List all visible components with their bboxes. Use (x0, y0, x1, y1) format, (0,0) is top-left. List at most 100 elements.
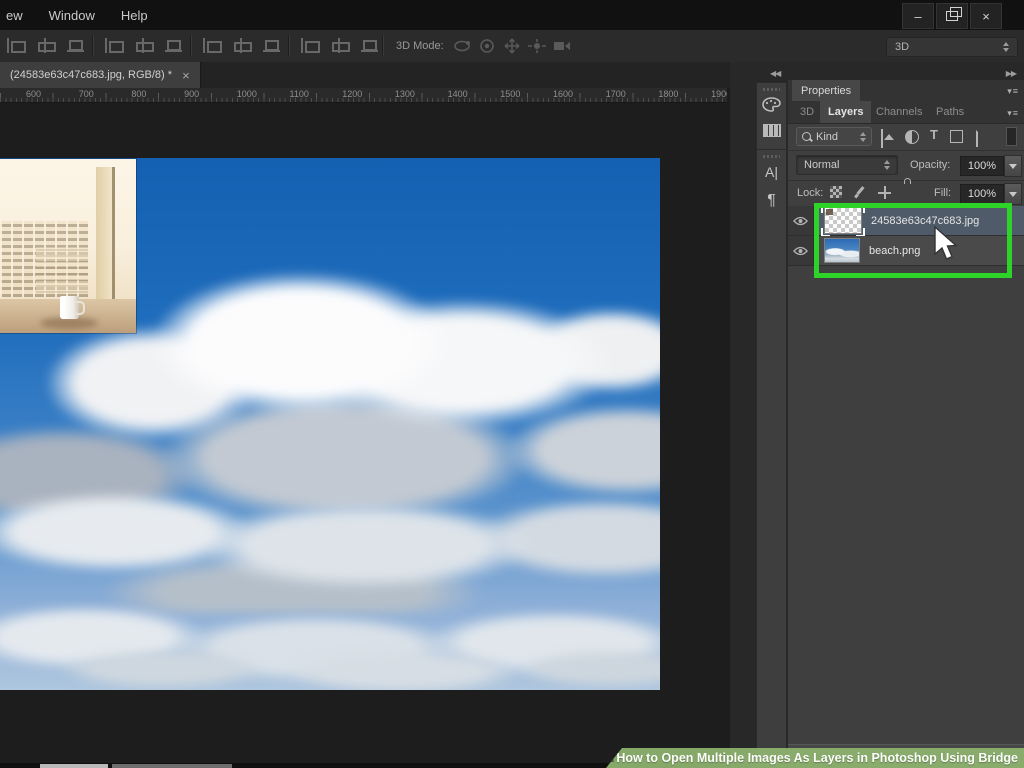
ruler-label: 700 (79, 89, 94, 99)
ruler-label: 1500 (500, 89, 520, 99)
filter-toggle-switch[interactable] (1006, 127, 1017, 146)
panel-menu-icon[interactable]: ▾≡ (1007, 86, 1019, 97)
layer-visibility-cell[interactable] (788, 206, 814, 235)
filter-pixel-layers-icon[interactable] (881, 129, 883, 148)
ruler-label: 1300 (395, 89, 415, 99)
paragraph-panel-icon[interactable]: ¶ (757, 192, 786, 210)
distribute-top-edges-icon[interactable] (202, 38, 220, 53)
color-palette-icon[interactable] (757, 97, 786, 112)
layer-visibility-cell[interactable] (788, 236, 814, 265)
blend-mode-dropdown[interactable]: Normal (796, 155, 898, 175)
restore-icon (946, 11, 958, 21)
taskbar-sliver (0, 763, 608, 768)
search-icon (802, 132, 811, 141)
align-horizontal-centers-icon[interactable] (36, 38, 54, 53)
panel-grip[interactable] (763, 155, 780, 158)
menu-item-window[interactable]: Window (49, 8, 95, 23)
collapse-panels-right-button[interactable]: ▶▶ (1006, 69, 1016, 78)
highlight-annotation-box (814, 203, 1012, 278)
panel-grip[interactable] (763, 88, 780, 91)
ruler-label: 1100 (290, 89, 309, 99)
opacity-value-field[interactable]: 100% (960, 156, 1004, 176)
separator (382, 35, 384, 57)
ruler-label: 1600 (553, 89, 573, 99)
align-bottom-edges-icon[interactable] (164, 38, 182, 53)
tab-paths[interactable]: Paths (928, 101, 972, 123)
ruler-label: 1800 (658, 89, 678, 99)
zoom-3d-camera-icon[interactable] (552, 38, 572, 54)
fill-dropdown-arrow[interactable] (1004, 183, 1022, 205)
city-building-middle (36, 247, 88, 293)
tab-channels[interactable]: Channels (868, 101, 930, 123)
ruler-label: 1900 (711, 89, 727, 99)
document-tab[interactable]: (24583e63c47c683.jpg, RGB/8) * × (0, 62, 201, 88)
distribute-horizontal-centers-icon[interactable] (330, 38, 348, 53)
tab-properties[interactable]: Properties (792, 80, 860, 101)
ruler-label: 800 (131, 89, 146, 99)
photoshop-window: ew Window Help – × 3D Mode: 3D (24583e63… (0, 0, 1024, 768)
blend-mode-row: Normal Opacity: 100% (788, 150, 1024, 181)
layers-panel-group: Properties ▾≡ 3D Layers Channels Paths ▾… (788, 80, 1024, 768)
restore-button[interactable] (936, 3, 968, 29)
panel-menu-icon[interactable]: ▾≡ (1007, 108, 1019, 119)
distribute-left-edges-icon[interactable] (300, 38, 318, 53)
ruler-label: 1200 (342, 89, 362, 99)
eye-icon (793, 216, 808, 226)
taskbar-item (40, 764, 108, 768)
collapsed-panel-strip: A| ¶ (756, 82, 787, 768)
align-left-edges-icon[interactable] (6, 38, 24, 53)
filter-type-layers-icon[interactable]: T (930, 127, 938, 142)
spinner-icon (1003, 42, 1009, 52)
taskbar-item (112, 764, 232, 768)
window-controls: – × (902, 3, 1002, 29)
orbit-3d-camera-icon[interactable] (452, 38, 472, 54)
align-right-edges-icon[interactable] (66, 38, 84, 53)
tab-3d[interactable]: 3D (792, 101, 822, 123)
roll-3d-camera-icon[interactable] (477, 38, 497, 54)
distribute-bottom-edges-icon[interactable] (262, 38, 280, 53)
horizontal-ruler: 6007008009001000110012001300140015001600… (0, 88, 727, 103)
swatches-grid-icon[interactable] (757, 124, 786, 137)
align-top-edges-icon[interactable] (104, 38, 122, 53)
tab-layers[interactable]: Layers (820, 101, 871, 123)
close-button[interactable]: × (970, 3, 1002, 29)
spinner-icon (860, 132, 866, 142)
fill-value-field[interactable]: 100% (960, 184, 1004, 204)
spinner-icon (884, 160, 890, 170)
eye-icon (793, 246, 808, 256)
lock-transparency-icon[interactable] (830, 186, 842, 198)
align-vertical-centers-icon[interactable] (134, 38, 152, 53)
workspace-switcher[interactable]: 3D (886, 37, 1018, 57)
filter-adjustment-layers-icon[interactable] (905, 130, 919, 144)
mode-label: 3D Mode: (396, 40, 444, 52)
menu-item-help[interactable]: Help (121, 8, 148, 23)
divider (757, 149, 786, 150)
opacity-dropdown-arrow[interactable] (1004, 155, 1022, 177)
character-panel-icon[interactable]: A| (757, 164, 786, 180)
collapse-panels-left-button[interactable]: ◀◀ (770, 69, 780, 78)
coffee-mug (60, 296, 79, 319)
panel-tabs-row: 3D Layers Channels Paths ▾≡ (788, 101, 1024, 124)
filter-kind-dropdown[interactable]: Kind (796, 127, 872, 146)
minimize-button[interactable]: – (902, 3, 934, 29)
ruler-label: 900 (184, 89, 199, 99)
distribute-vertical-centers-icon[interactable] (232, 38, 250, 53)
document-tab-bar: (24583e63c47c683.jpg, RGB/8) * × (0, 62, 730, 88)
separator (190, 35, 192, 57)
pan-3d-camera-icon[interactable] (502, 38, 522, 54)
tab-close-icon[interactable]: × (182, 69, 190, 82)
slide-3d-camera-icon[interactable] (527, 38, 547, 54)
filter-smart-objects-icon[interactable] (976, 128, 978, 147)
right-panel-dock: ◀◀ ▶▶ A| ¶ Properties ▾≡ 3D Layers Chann… (730, 62, 1024, 768)
filter-shape-layers-icon[interactable] (950, 130, 963, 143)
distribute-right-edges-icon[interactable] (360, 38, 378, 53)
menu-item-view[interactable]: ew (6, 8, 23, 23)
cloud-band-bottom (0, 636, 660, 690)
opacity-label: Opacity: (910, 159, 950, 171)
canvas-image-city-overlay[interactable] (0, 159, 136, 333)
watermark-banner: wiki How to Open Multiple Images As Laye… (606, 748, 1024, 768)
separator (288, 35, 290, 57)
city-tower (96, 167, 115, 301)
document-tab-title: (24583e63c47c683.jpg, RGB/8) * (10, 69, 172, 81)
lock-label: Lock: (797, 187, 823, 199)
